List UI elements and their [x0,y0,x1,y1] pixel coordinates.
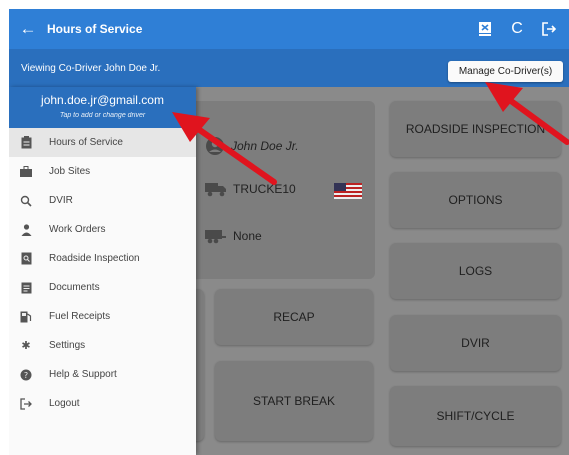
drawer-item-settings[interactable]: ✱ Settings [9,331,196,360]
drawer-item-label: Work Orders [49,224,106,235]
eld-icon[interactable] [471,17,499,41]
callout-arrow-manage [485,82,569,145]
drawer-item-label: Logout [49,398,80,409]
help-icon: ? [17,369,35,381]
drawer-item-label: DVIR [49,195,73,206]
drawer-item-fuel-receipts[interactable]: Fuel Receipts [9,302,196,331]
drawer-item-label: Job Sites [49,166,91,177]
logout-icon[interactable] [535,17,563,41]
document-icon [17,282,35,294]
inspection-icon [17,252,35,265]
recap-button[interactable]: RECAP [215,289,373,345]
drawer-item-label: Roadside Inspection [49,253,140,264]
trailer-icon [205,230,226,244]
clipboard-icon [17,136,35,149]
back-arrow-icon[interactable]: ← [9,19,47,39]
drawer-item-label: Help & Support [49,369,117,380]
trailer-row: None [205,228,262,244]
trailer-value: None [233,229,262,243]
drawer-item-help-support[interactable]: ? Help & Support [9,360,196,389]
search-icon [17,195,35,207]
refresh-icon[interactable]: C [503,17,531,41]
drawer-item-label: Documents [49,282,100,293]
app-screen: ← Hours of Service C Viewing Co-Driver J… [9,9,569,455]
drawer-item-label: Fuel Receipts [49,311,111,322]
drawer-item-logout[interactable]: Logout [9,389,196,418]
briefcase-icon [17,166,35,177]
viewing-co-driver-label: Viewing Co-Driver John Doe Jr. [21,63,161,74]
us-flag-icon [334,183,362,199]
app-bar-actions: C [471,17,563,41]
logout-icon [17,397,35,410]
drawer-item-documents[interactable]: Documents [9,273,196,302]
app-bar: ← Hours of Service C [9,9,569,49]
drawer-item-dvir[interactable]: DVIR [9,186,196,215]
gear-icon: ✱ [21,340,31,352]
person-icon [17,223,35,236]
drawer-item-label: Settings [49,340,86,351]
options-button[interactable]: OPTIONS [390,172,561,228]
dvir-button[interactable]: DVIR [390,315,561,371]
logs-button[interactable]: LOGS [390,243,561,299]
svg-text:?: ? [24,371,28,380]
callout-arrow-email [172,112,277,185]
fuel-icon [17,311,35,323]
page-title: Hours of Service [47,22,143,36]
drawer-item-work-orders[interactable]: Work Orders [9,215,196,244]
drawer-item-roadside-inspection[interactable]: Roadside Inspection [9,244,196,273]
start-break-button[interactable]: START BREAK [215,361,373,441]
drawer-item-label: Hours of Service [49,137,123,148]
shift-cycle-button[interactable]: SHIFT/CYCLE [390,386,561,446]
